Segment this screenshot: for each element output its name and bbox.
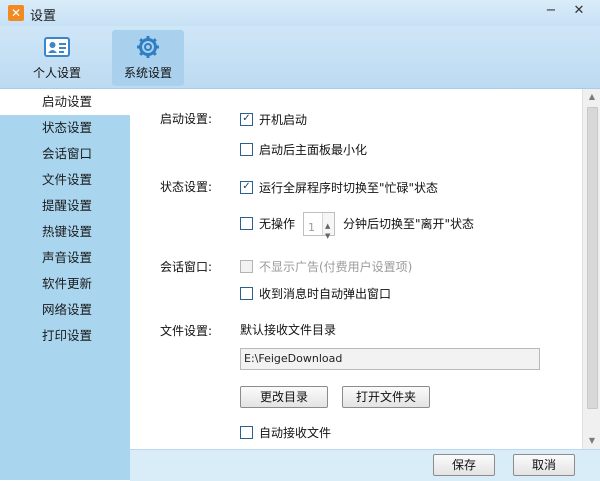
sidebar-item-print[interactable]: 打印设置 [0,323,130,349]
auto-receive-label: 自动接收文件 [259,426,332,440]
change-dir-button[interactable]: 更改目录 [240,386,328,408]
busy-fullscreen-checkbox[interactable]: ✓ 运行全屏程序时切换至"忙碌"状态 [240,179,438,197]
idle-away-checkbox[interactable] [240,217,253,230]
dialog-footer: 保存 取消 [130,449,600,481]
sidebar-item-files[interactable]: 文件设置 [0,167,130,193]
no-ads-checkbox: 不显示广告(付费用户设置项) [240,258,412,276]
sidebar-item-startup[interactable]: 启动设置 [0,89,130,115]
app-logo-icon: ✕ [8,5,24,21]
sidebar-item-sound[interactable]: 声音设置 [0,245,130,271]
files-section-label: 文件设置: [160,324,213,338]
gear-icon [137,36,159,58]
settings-sidebar: 启动设置 状态设置 会话窗口 文件设置 提醒设置 热键设置 声音设置 软件更新 … [0,89,130,480]
minimize-on-start-checkbox[interactable]: 启动后主面板最小化 [240,141,367,159]
auto-popup-checkbox[interactable]: 收到消息时自动弹出窗口 [240,285,391,303]
idle-suffix-label: 分钟后切换至"离开"状态 [343,217,475,231]
auto-receive-checkbox[interactable]: 自动接收文件 [240,424,331,442]
settings-toolbar: 个人设置 系统设置 [0,26,600,89]
tab-personal-label: 个人设置 [32,66,81,80]
minimize-on-start-label: 启动后主面板最小化 [259,143,368,157]
idle-away-option: 无操作 1 ▲ ▼ 分钟后切换至"离开"状态 [240,211,475,240]
tab-personal-settings[interactable]: 个人设置 [28,30,86,86]
idle-minutes-spinner[interactable]: 1 ▲ ▼ [303,211,336,240]
tab-system-label: 系统设置 [123,66,172,80]
close-icon[interactable]: ✕ [570,4,588,20]
window-title: 设置 [30,9,57,24]
sidebar-item-status[interactable]: 状态设置 [0,115,130,141]
settings-window: ✕ 设置 − ✕ 个人设置 系统设置 启动设置 状态设置 会话窗口 文件设置 提… [0,0,600,481]
no-ads-label: 不显示广告(付费用户设置项) [259,260,413,274]
id-card-icon [44,37,70,57]
idle-prefix-label: 无操作 [259,217,296,231]
scrollbar-thumb[interactable] [587,107,598,409]
idle-minutes-value: 1 [308,220,316,234]
auto-start-checkbox[interactable]: ✓ 开机启动 [240,111,307,129]
open-folder-button[interactable]: 打开文件夹 [342,386,430,408]
auto-start-label: 开机启动 [259,113,308,127]
cancel-button[interactable]: 取消 [513,454,575,476]
status-section-label: 状态设置: [160,180,213,194]
checkbox-checked-icon: ✓ [240,181,253,194]
content-scrollbar[interactable]: ▲ ▼ [582,89,600,449]
download-path-field[interactable]: E:\FeigeDownload [240,348,540,370]
checkbox-unchecked-icon [240,143,253,156]
checkbox-disabled-icon [240,260,253,273]
tab-system-settings[interactable]: 系统设置 [112,30,184,86]
settings-content: 启动设置: ✓ 开机启动 启动后主面板最小化 状态设置: ✓ 运行全屏程序时切换至"… [130,89,582,449]
default-dir-label: 默认接收文件目录 [240,323,337,337]
checkbox-unchecked-icon [240,287,253,300]
checkbox-unchecked-icon [240,426,253,439]
spinner-down-icon[interactable]: ▼ [325,224,330,248]
busy-fullscreen-label: 运行全屏程序时切换至"忙碌"状态 [259,181,439,195]
checkbox-checked-icon: ✓ [240,113,253,126]
chat-section-label: 会话窗口: [160,260,213,274]
scroll-down-icon[interactable]: ▼ [583,433,600,449]
sidebar-item-hotkeys[interactable]: 热键设置 [0,219,130,245]
startup-section-label: 启动设置: [160,112,213,126]
scroll-up-icon[interactable]: ▲ [583,89,600,105]
title-bar: ✕ 设置 − ✕ [0,0,600,26]
sidebar-item-reminders[interactable]: 提醒设置 [0,193,130,219]
sidebar-item-chat-window[interactable]: 会话窗口 [0,141,130,167]
sidebar-item-updates[interactable]: 软件更新 [0,271,130,297]
minimize-icon[interactable]: − [542,4,560,20]
sidebar-item-network[interactable]: 网络设置 [0,297,130,323]
save-button[interactable]: 保存 [433,454,495,476]
auto-popup-label: 收到消息时自动弹出窗口 [259,287,392,301]
